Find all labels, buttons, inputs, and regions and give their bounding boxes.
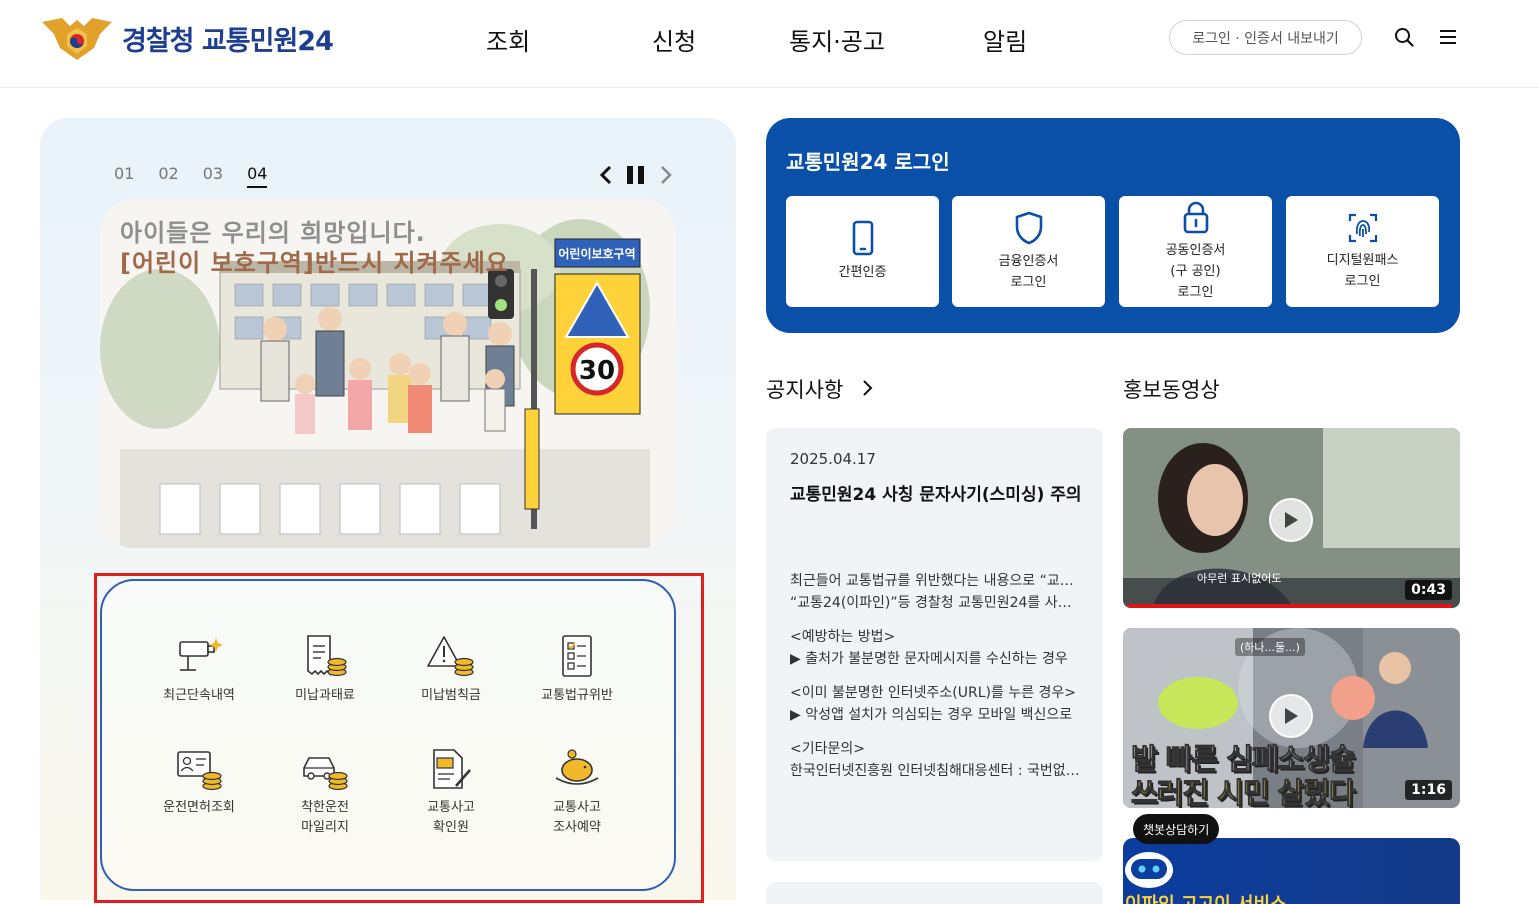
slide-number-4[interactable]: 04 (247, 164, 268, 188)
promo-video-1[interactable]: 아무런 표시없어도 0:43 (1123, 428, 1460, 608)
login-joint-cert-button[interactable]: 공동인증서 (구 공인) 로그인 (1119, 196, 1272, 307)
login-option-label: 디지털원패스 로그인 (1326, 252, 1399, 289)
slide-number-2[interactable]: 02 (158, 164, 178, 188)
login-digital-onepass-button[interactable]: 디지털원패스 로그인 (1286, 196, 1439, 307)
service-unpaid-penalty[interactable]: 미납범칙금 (386, 634, 516, 706)
notice-line: <예방하는 방법> (790, 629, 896, 645)
video-section-title: 홍보동영상 (1123, 378, 1220, 402)
document-pen-icon (433, 749, 471, 789)
login-simple-auth-button[interactable]: 간편인증 (786, 196, 939, 307)
service-accident-reservation[interactable]: 교통사고 조사예약 (512, 746, 642, 838)
notice-headline: 교통민원24 사칭 문자사기(스미싱) 주의 (790, 485, 1082, 505)
login-option-label: 금융인증서 로그인 (998, 253, 1059, 290)
chatbot-robot-icon[interactable] (1123, 846, 1175, 890)
video-headline-2: 쓰러진 시민 살렸다 (1131, 776, 1357, 809)
notice-line: “교통24(이파인)”등 경찰청 교통민원24를 사칭한 (790, 595, 1082, 611)
banner-text: 이파인 고고이 서비스 (1125, 890, 1287, 904)
search-icon[interactable] (1393, 26, 1415, 48)
login-option-label: 공동인증서 (구 공인) 로그인 (1165, 243, 1226, 300)
service-label: 최근단속내역 (163, 688, 235, 703)
nav-item-news[interactable]: 알림 (983, 22, 1027, 57)
video-duration: 1:16 (1405, 780, 1452, 800)
service-label: 운전면허조회 (163, 800, 235, 815)
slide-pagination: 01 02 03 04 (114, 164, 291, 188)
video-duration: 0:43 (1405, 580, 1452, 600)
notice-body: 최근들어 교통법규를 위반했다는 내용으로 “교통법규 위반 통지” “교통24… (790, 570, 1082, 794)
notice-line: 최근들어 교통법규를 위반했다는 내용으로 “교통법규 위반 통지” (790, 573, 1082, 589)
service-accident-certificate[interactable]: 교통사고 확인원 (386, 746, 516, 838)
lock-icon (1183, 201, 1208, 234)
speed-limit-text: 30 (579, 356, 615, 386)
slide-next-icon[interactable] (658, 164, 674, 186)
banner-sign-text: 어린이보호구역 (558, 246, 635, 261)
notice-line: ▶ 악성앱 설치가 의심되는 경우 모바일 백신으로 (790, 707, 1073, 723)
service-label: 교통법규위반 (541, 688, 613, 703)
camera-icon (179, 638, 223, 671)
shield-icon (1015, 211, 1042, 244)
banner-subheadline: [어린이 보호구역]반드시 지켜주세요 (120, 249, 509, 277)
phone-icon (852, 220, 873, 256)
login-panel: 교통민원24 로그인 간편인증 금융인증서 로그인 공동인증서 (구 공인) 로… (766, 118, 1460, 333)
notice-date: 2025.04.17 (790, 450, 876, 468)
slide-pause-icon[interactable] (624, 164, 648, 186)
login-export-button[interactable]: 로그인 · 인증서 내보내기 (1169, 20, 1362, 55)
notice-line: <기타문의> (790, 741, 865, 757)
site-header: 경찰청 교통민원24 조회 신청 통지·공고 알림 로그인 · 인증서 내보내기 (0, 0, 1539, 88)
notice-card-next[interactable] (766, 882, 1103, 904)
service-unpaid-fine[interactable]: 미납과태료 (260, 634, 390, 706)
video-progress-bar (1127, 604, 1452, 608)
receipt-coins-icon (307, 635, 347, 677)
video-caption: 아무런 표시없어도 (1197, 572, 1282, 585)
school-zone-banner[interactable]: 어린이보호구역 30 아이들은 우리의 희망입니다. [어린이 보호구역]반드시… (100, 199, 676, 548)
notice-card[interactable]: 2025.04.17 교통민원24 사칭 문자사기(스미싱) 주의 최근들어 교… (766, 428, 1103, 861)
logo-text: 경찰청 교통민원24 (122, 25, 334, 57)
service-good-driving-mileage[interactable]: 착한운전 마일리지 (260, 746, 390, 838)
checklist-icon (562, 635, 592, 677)
promo-video-2[interactable]: (하나...둘...) 발 빠른 심폐소생술 쓰러진 시민 살렸다 1:16 (1123, 628, 1460, 808)
service-recent-enforcement[interactable]: 최근단속내역 (134, 634, 264, 706)
chatbot-button[interactable]: 챗봇상담하기 (1133, 814, 1220, 844)
piggybank-icon (555, 749, 599, 785)
login-financial-cert-button[interactable]: 금융인증서 로그인 (952, 196, 1105, 307)
service-label: 착한운전 마일리지 (301, 800, 349, 835)
service-label: 미납범칙금 (421, 688, 481, 703)
police-emblem-icon (42, 18, 112, 60)
service-label: 교통사고 조사예약 (553, 800, 601, 835)
notice-line: <이미 불분명한 인터넷주소(URL)를 누른 경우> (790, 685, 1077, 701)
notice-line: 한국인터넷진흥원 인터넷침해대응센터 : 국번없이 118 (790, 763, 1082, 779)
nav-item-inquiry[interactable]: 조회 (486, 22, 530, 57)
service-traffic-violation[interactable]: 교통법규위반 (512, 634, 642, 706)
quick-service-menu (100, 579, 676, 891)
warning-coins-icon (427, 636, 474, 677)
login-title: 교통민원24 로그인 (786, 150, 950, 174)
notice-more-chevron-icon[interactable] (860, 378, 874, 398)
notice-line: ▶ 출처가 불분명한 문자메시지를 수신하는 경우 (790, 651, 1068, 667)
nav-item-apply[interactable]: 신청 (652, 22, 696, 57)
site-logo[interactable]: 경찰청 교통민원24 (40, 14, 334, 62)
login-option-label: 간편인증 (838, 265, 887, 280)
menu-icon[interactable] (1437, 26, 1459, 48)
service-label: 교통사고 확인원 (427, 800, 475, 835)
license-coins-icon (177, 751, 222, 791)
slide-number-1[interactable]: 01 (114, 164, 134, 188)
service-license-inquiry[interactable]: 운전면허조회 (134, 746, 264, 818)
slide-number-3[interactable]: 03 (203, 164, 223, 188)
slide-prev-icon[interactable] (598, 164, 614, 186)
car-coins-icon (303, 757, 348, 791)
notice-section-title[interactable]: 공지사항 (766, 374, 843, 404)
fingerprint-icon (1348, 213, 1377, 242)
service-label: 미납과태료 (295, 688, 355, 703)
play-icon[interactable] (1269, 694, 1313, 738)
video-top-caption: (하나...둘...) (1235, 638, 1305, 656)
nav-item-notice[interactable]: 통지·공고 (789, 22, 885, 57)
play-icon[interactable] (1269, 498, 1313, 542)
